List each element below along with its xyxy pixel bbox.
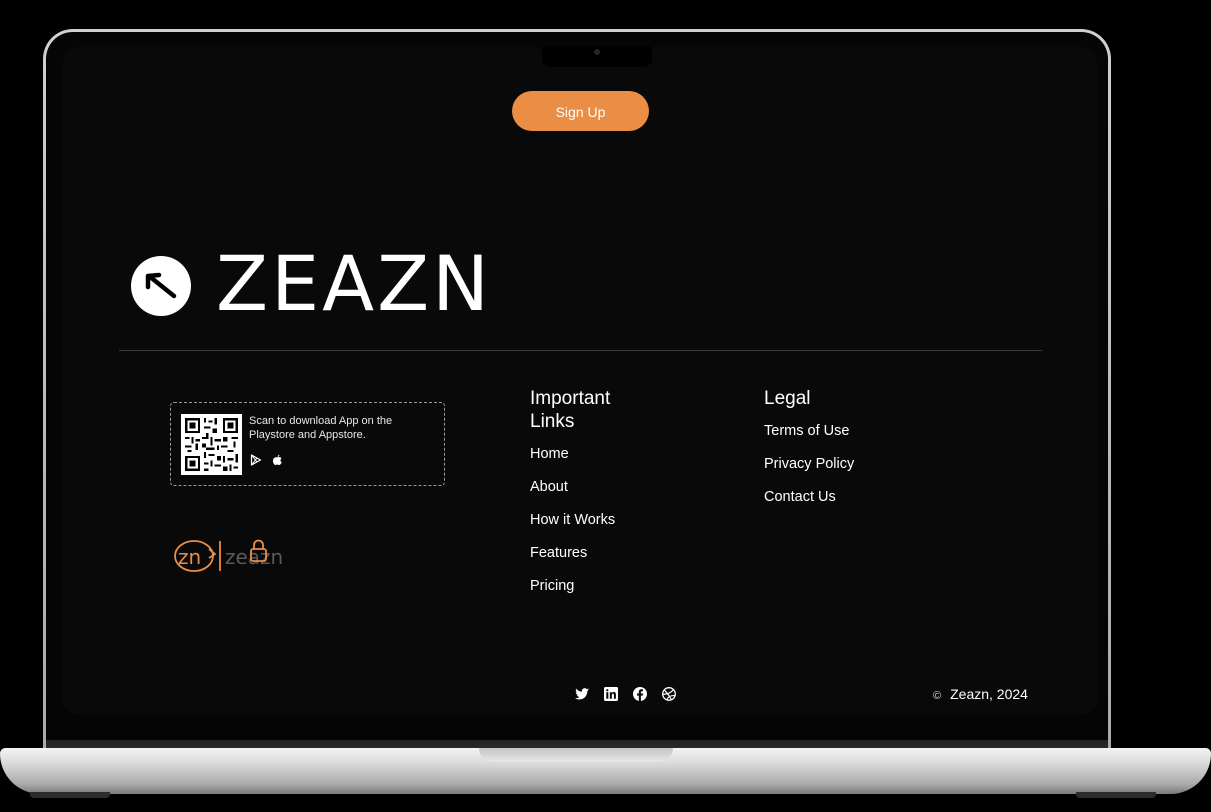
facebook-icon[interactable] <box>632 686 648 702</box>
website-screen: Sign Up ZEAZN Scan to download App on th… <box>63 47 1097 715</box>
camera-icon <box>594 49 600 55</box>
footer-link-privacy-policy[interactable]: Privacy Policy <box>764 454 854 474</box>
dribbble-icon[interactable] <box>661 686 677 702</box>
social-links <box>574 686 677 702</box>
brand-name: ZEAZN <box>216 239 492 328</box>
footer-link-how-it-works[interactable]: How it Works <box>530 510 615 530</box>
laptop-base <box>0 748 1211 794</box>
footer-link-features[interactable]: Features <box>530 543 587 563</box>
footer-link-pricing[interactable]: Pricing <box>530 576 574 596</box>
copyright: © Zeazn, 2024 <box>933 684 1028 706</box>
footer-link-home[interactable]: Home <box>530 444 569 464</box>
legal-title: Legal <box>764 388 811 409</box>
arrow-up-left-icon <box>145 272 177 299</box>
app-download-text: Scan to download App on the Playstore an… <box>249 415 393 441</box>
partner-logo-left-text: zn <box>178 545 201 569</box>
brand-logo-icon[interactable] <box>131 256 191 316</box>
important-links-title: Important Links <box>530 388 611 432</box>
partner-logo: zn zeazn <box>173 535 298 582</box>
footer-link-about[interactable]: About <box>530 477 568 497</box>
sign-up-button[interactable]: Sign Up <box>512 91 649 131</box>
apple-icon[interactable] <box>272 453 283 471</box>
copyright-text: Zeazn, 2024 <box>950 686 1028 702</box>
laptop-lid: Sign Up ZEAZN Scan to download App on th… <box>43 29 1111 764</box>
google-play-icon[interactable] <box>250 453 262 471</box>
twitter-icon[interactable] <box>574 686 590 702</box>
footer-link-terms-of-use[interactable]: Terms of Use <box>764 421 849 441</box>
app-download-card: Scan to download App on the Playstore an… <box>170 402 445 486</box>
camera-notch <box>542 47 652 67</box>
linkedin-icon[interactable] <box>603 686 619 702</box>
screen-bezel: Sign Up ZEAZN Scan to download App on th… <box>46 32 1108 764</box>
laptop-base-notch <box>479 748 673 762</box>
qr-code[interactable] <box>181 414 242 475</box>
laptop-foot-left <box>30 792 110 798</box>
footer-link-contact-us[interactable]: Contact Us <box>764 487 836 507</box>
laptop-foot-right <box>1076 792 1156 798</box>
copyright-symbol: © <box>933 690 942 702</box>
footer-divider <box>119 350 1042 351</box>
